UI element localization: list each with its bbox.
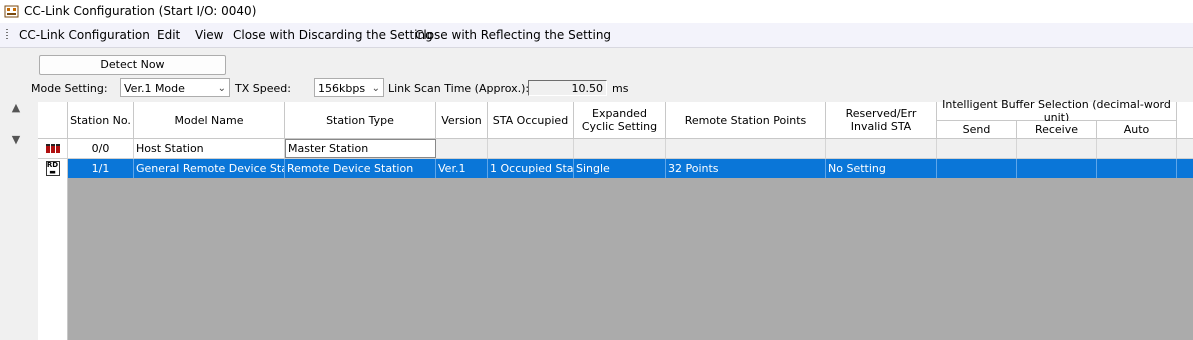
menu-grip-handle[interactable] <box>6 29 8 41</box>
triangle-down-icon: ▼ <box>11 133 21 146</box>
cell-remote-points <box>666 139 826 158</box>
cell-reserved[interactable]: No Setting <box>826 159 937 178</box>
header-station-no[interactable]: Station No. <box>68 102 134 139</box>
cell-auto <box>1097 139 1177 158</box>
table-row[interactable]: 0/0 Host Station Master Station <box>38 139 1193 159</box>
cell-reserved <box>826 139 937 158</box>
cell-version <box>436 139 488 158</box>
link-scan-time-unit: ms <box>612 82 629 95</box>
menu-edit[interactable]: Edit <box>157 28 180 42</box>
cell-station-type[interactable]: Remote Device Station <box>285 159 436 178</box>
cell-expanded-cyclic[interactable]: Single <box>574 159 666 178</box>
cc-link-app-icon <box>4 5 19 18</box>
cell-version[interactable]: Ver.1 <box>436 159 488 178</box>
chevron-down-icon: ⌄ <box>371 83 380 94</box>
link-scan-time-value: 10.50 <box>528 80 607 96</box>
cell-receive[interactable] <box>1017 159 1097 178</box>
cell-model-name[interactable]: Host Station <box>134 139 285 158</box>
cell-receive <box>1017 139 1097 158</box>
menu-bar: CC-Link Configuration Edit View Close wi… <box>0 23 1193 48</box>
header-station-type[interactable]: Station Type <box>285 102 436 139</box>
row-icon-cell <box>38 139 68 158</box>
cell-station-type[interactable]: Master Station <box>285 139 436 158</box>
mode-setting-label: Mode Setting: <box>31 82 108 95</box>
title-bar: CC-Link Configuration (Start I/O: 0040) <box>0 0 1193 23</box>
header-send[interactable]: Send <box>937 121 1017 139</box>
cell-auto[interactable] <box>1097 159 1177 178</box>
header-receive[interactable]: Receive <box>1017 121 1097 139</box>
cell-filler <box>1177 139 1193 158</box>
tx-speed-select[interactable]: 156kbps ⌄ <box>314 78 384 97</box>
menu-view[interactable]: View <box>195 28 223 42</box>
table-row-selected[interactable]: RD▬ 1/1 General Remote Device Station Re… <box>38 159 1193 178</box>
menu-close-discarding[interactable]: Close with Discarding the Setting <box>233 28 433 42</box>
link-scan-time-label: Link Scan Time (Approx.): <box>388 82 530 95</box>
header-expanded-cyclic[interactable]: Expanded Cyclic Setting <box>574 102 666 139</box>
header-sta-occupied[interactable]: STA Occupied <box>488 102 574 139</box>
move-down-button[interactable]: ▼ <box>7 131 25 149</box>
header-model-name[interactable]: Model Name <box>134 102 285 139</box>
tx-speed-value: 156kbps <box>318 82 366 95</box>
host-station-icon <box>45 144 60 153</box>
cell-model-name[interactable]: General Remote Device Station <box>134 159 285 178</box>
row-icon-cell: RD ▬ <box>38 159 68 178</box>
tx-speed-label: TX Speed: <box>235 82 291 95</box>
cell-send <box>937 139 1017 158</box>
cell-sta-occupied[interactable]: 1 Occupied Station <box>488 159 574 178</box>
window-title: CC-Link Configuration (Start I/O: 0040) <box>24 4 257 18</box>
header-intelligent-buffer: Intelligent Buffer Selection (decimal-wo… <box>937 98 1177 124</box>
row-header-strip <box>38 178 68 340</box>
cell-sta-occupied <box>488 139 574 158</box>
header-auto[interactable]: Auto <box>1097 121 1177 139</box>
header-reserved-err-invalid[interactable]: Reserved/Err Invalid STA <box>826 102 937 139</box>
chevron-down-icon: ⌄ <box>217 83 226 94</box>
cell-station-no[interactable]: 0/0 <box>68 139 134 158</box>
row-header-corner <box>38 102 68 139</box>
header-version[interactable]: Version <box>436 102 488 139</box>
station-grid[interactable]: Station No. Model Name Station Type Vers… <box>38 98 1193 340</box>
cell-filler <box>1177 159 1193 178</box>
menu-close-reflecting[interactable]: Close with Reflecting the Setting <box>415 28 611 42</box>
remote-device-icon: RD ▬ <box>45 161 60 176</box>
cell-remote-points[interactable]: 32 Points <box>666 159 826 178</box>
menu-cc-link-configuration[interactable]: CC-Link Configuration <box>19 28 150 42</box>
header-filler <box>1177 102 1193 139</box>
header-remote-station-points[interactable]: Remote Station Points <box>666 102 826 139</box>
cell-expanded-cyclic <box>574 139 666 158</box>
mode-setting-select[interactable]: Ver.1 Mode ⌄ <box>120 78 230 97</box>
mode-setting-value: Ver.1 Mode <box>124 82 185 95</box>
cell-station-no[interactable]: 1/1 <box>68 159 134 178</box>
cell-send[interactable] <box>937 159 1017 178</box>
detect-now-button[interactable]: Detect Now <box>39 55 226 75</box>
triangle-up-icon: ▲ <box>11 101 21 114</box>
move-up-button[interactable]: ▲ <box>7 99 25 117</box>
